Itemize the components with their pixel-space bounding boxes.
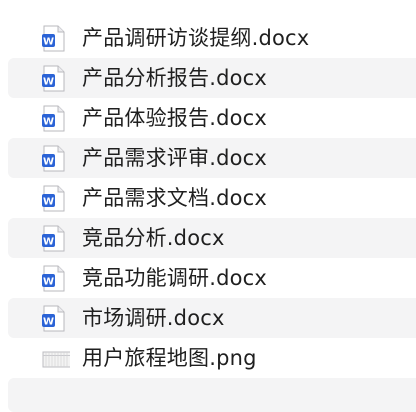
word-document-icon: W xyxy=(42,145,65,172)
empty-row xyxy=(8,378,416,412)
file-row[interactable]: W 产品需求评审.docx xyxy=(8,138,416,178)
file-list: W 产品调研访谈提纲.docx W 产品分析报告.docx W 产品体验报告.d… xyxy=(0,0,416,412)
word-document-icon: W xyxy=(42,305,65,332)
file-name: 竞品分析.docx xyxy=(82,226,225,250)
svg-text:W: W xyxy=(43,37,54,48)
word-document-icon: W xyxy=(42,105,65,132)
file-row[interactable]: 用户旅程地图.png xyxy=(0,338,416,378)
file-row[interactable]: W 产品分析报告.docx xyxy=(8,58,416,98)
file-name: 产品需求文档.docx xyxy=(82,186,268,210)
file-row[interactable]: W 竞品功能调研.docx xyxy=(0,258,416,298)
file-name: 用户旅程地图.png xyxy=(82,346,257,370)
svg-text:W: W xyxy=(43,277,54,288)
file-row[interactable]: W 市场调研.docx xyxy=(8,298,416,338)
png-image-icon xyxy=(42,351,70,368)
file-name: 产品体验报告.docx xyxy=(82,106,268,130)
file-row[interactable]: W 产品体验报告.docx xyxy=(0,98,416,138)
file-name: 产品调研访谈提纲.docx xyxy=(82,26,310,50)
svg-text:W: W xyxy=(43,317,54,328)
word-document-icon: W xyxy=(42,25,65,52)
svg-text:W: W xyxy=(43,77,54,88)
file-row[interactable]: W 产品调研访谈提纲.docx xyxy=(0,18,416,58)
file-name: 产品需求评审.docx xyxy=(82,146,268,170)
file-name: 市场调研.docx xyxy=(82,306,225,330)
file-row[interactable]: W 竞品分析.docx xyxy=(8,218,416,258)
word-document-icon: W xyxy=(42,185,65,212)
svg-text:W: W xyxy=(43,237,54,248)
word-document-icon: W xyxy=(42,65,65,92)
word-document-icon: W xyxy=(42,265,65,292)
svg-text:W: W xyxy=(43,157,54,168)
file-name: 产品分析报告.docx xyxy=(82,66,268,90)
file-name: 竞品功能调研.docx xyxy=(82,266,268,290)
word-document-icon: W xyxy=(42,225,65,252)
svg-text:W: W xyxy=(43,197,54,208)
file-row[interactable]: W 产品需求文档.docx xyxy=(0,178,416,218)
svg-text:W: W xyxy=(43,117,54,128)
